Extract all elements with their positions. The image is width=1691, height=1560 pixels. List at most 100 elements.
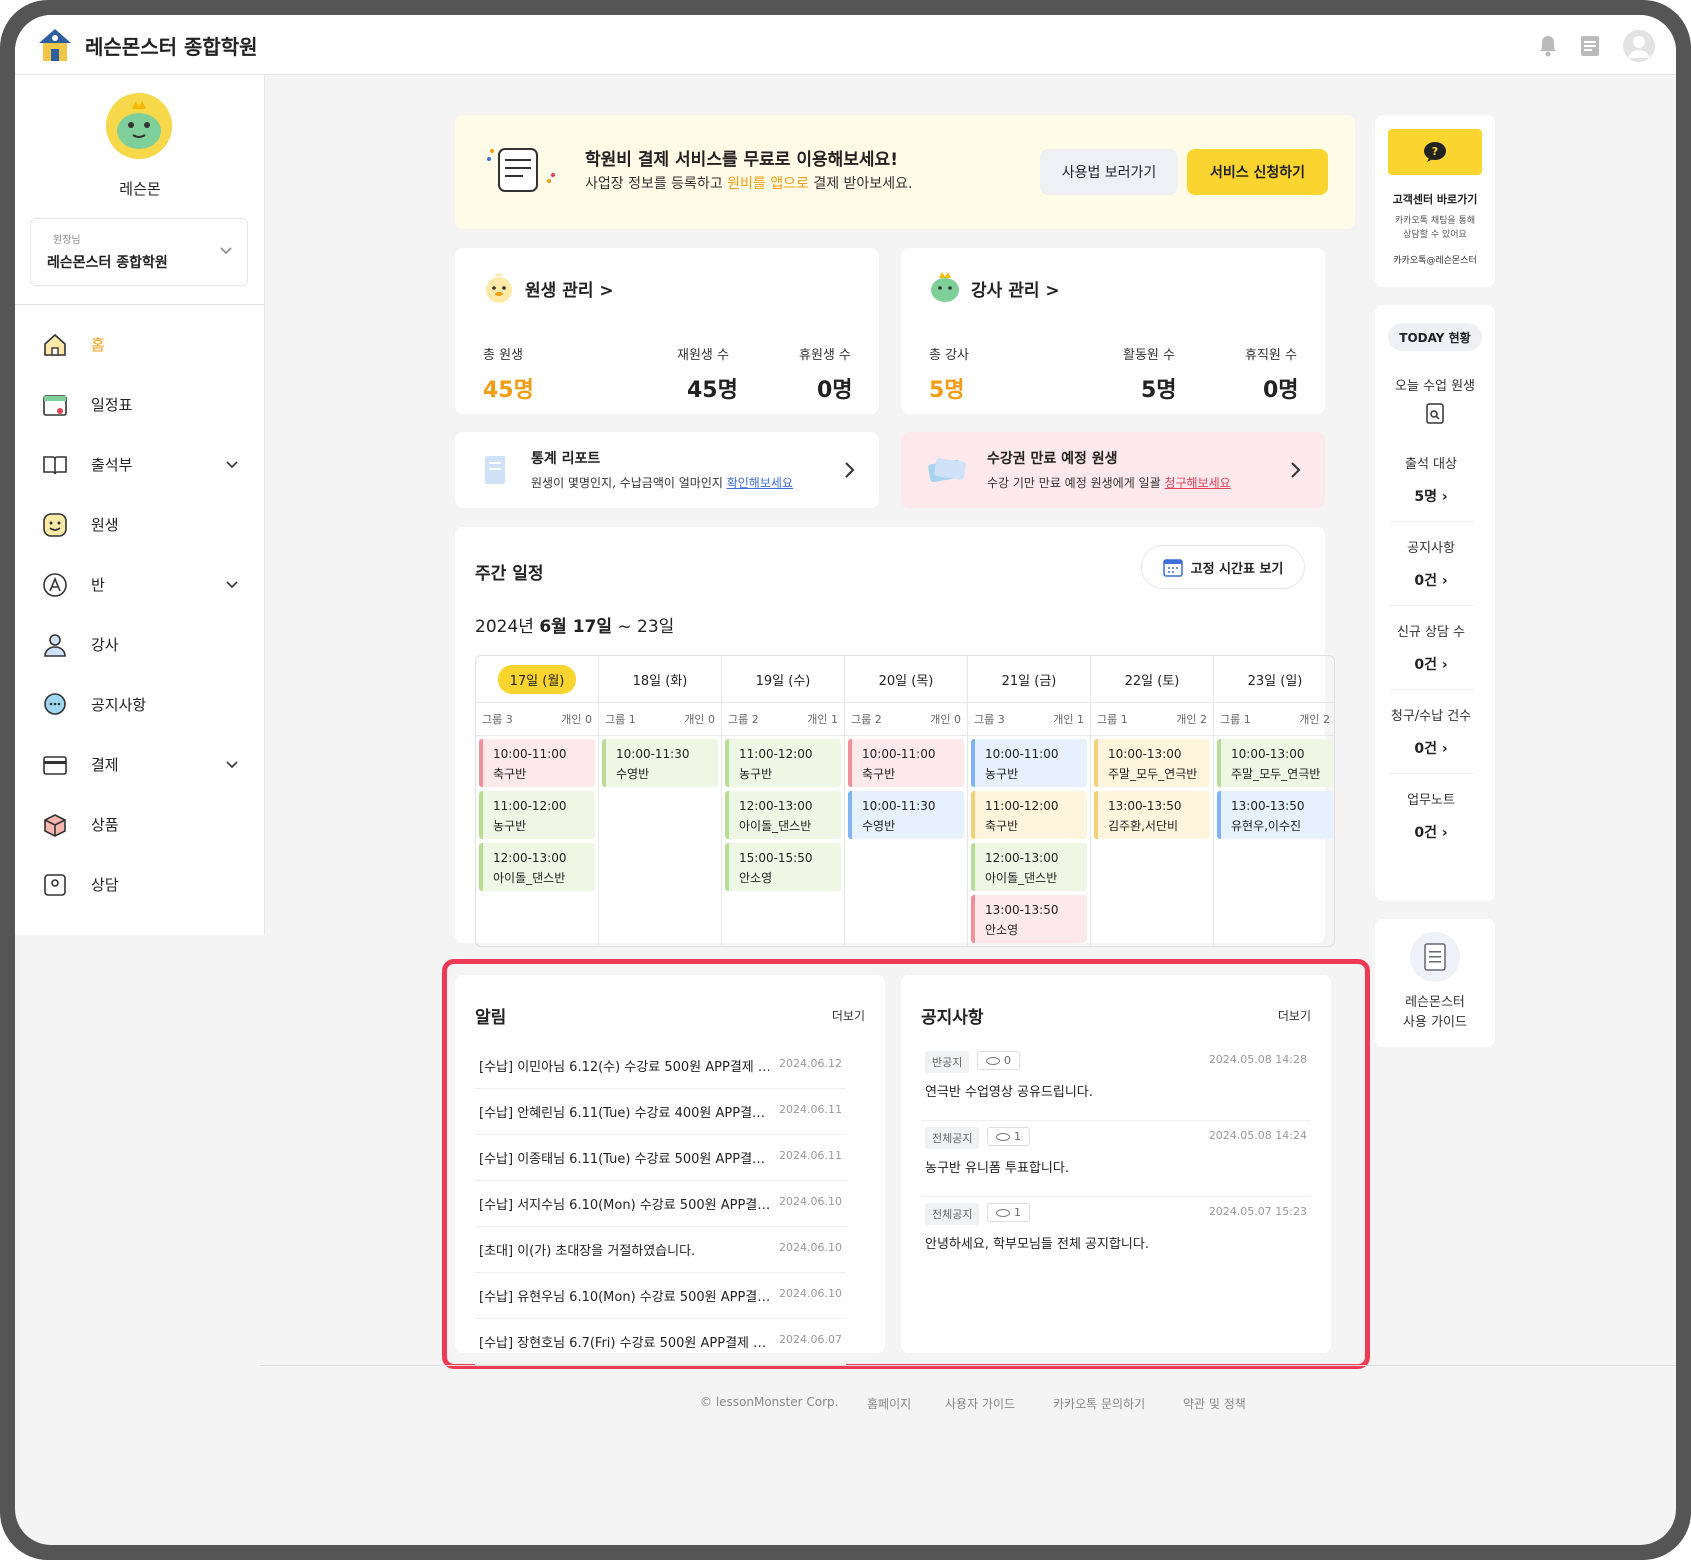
notice-row[interactable]: 반공지 0 2024.05.08 14:28 연극반 수업영상 공유드립니다. <box>921 1051 1311 1121</box>
sidebar-item-class[interactable]: 반 <box>15 560 264 608</box>
event-time: 11:00-12:00 <box>493 799 567 813</box>
group-count: 그룹 3 <box>974 713 1005 726</box>
fixed-timetable-label: 고정 시간표 보기 <box>1190 561 1284 577</box>
box-icon <box>44 814 66 837</box>
sidebar-item-label: 홈 <box>91 336 105 354</box>
academy-selector[interactable]: 원장님 레슨몬스터 종합학원 <box>30 218 248 286</box>
schedule-event[interactable]: 12:00-13:00 아이돌_댄스반 <box>479 843 595 891</box>
notice-row[interactable]: 전체공지 1 2024.05.07 15:23 안녕하세요, 학부모님들 전체 공지합… <box>921 1203 1311 1273</box>
support-card[interactable]: ? 고객센터 바로가기 카카오톡 채팅을 통해 상담할 수 있어요 카카오톡@레… <box>1375 115 1495 287</box>
footer-link-terms[interactable]: 약관 및 정책 <box>1183 1395 1246 1412</box>
teacher-management-card: 강사 관리 > 총 강사 5명 활동원 수 5명 휴직원 수 0명 <box>901 248 1325 414</box>
expiry-link[interactable]: 청구해보세요 <box>1164 476 1230 490</box>
schedule-event[interactable]: 10:00-11:00 축구반 <box>848 739 964 787</box>
alerts-more-link[interactable]: 더보기 <box>832 1007 865 1024</box>
schedule-event[interactable]: 10:00-11:30 수영반 <box>848 791 964 839</box>
sidebar-item-label: 출석부 <box>91 456 133 474</box>
event-name: 아이돌_댄스반 <box>493 871 566 885</box>
schedule-event[interactable]: 10:00-11:00 축구반 <box>479 739 595 787</box>
alert-row[interactable]: [수납] 유현우님 6.10(Mon) 수강료 500원 APP결… 2024.0… <box>475 1273 846 1319</box>
event-name: 농구반 <box>739 767 773 781</box>
student-management-link[interactable]: 원생 관리 > <box>525 276 614 301</box>
alert-row[interactable]: [수납] 이민아님 6.12(수) 수강료 500원 APP결제 … 2024.0… <box>475 1043 846 1089</box>
divider <box>1389 605 1473 606</box>
sidebar: 레슨몬 원장님 레슨몬스터 종합학원 홈 일정표 출석부 원생 반 강사 공지사… <box>15 75 265 935</box>
schedule-event[interactable]: 13:00-13:50 유현우,이수진 <box>1217 791 1333 839</box>
schedule-event[interactable]: 10:00-11:30 수영반 <box>602 739 718 787</box>
footer-link-kakao[interactable]: 카카오톡 문의하기 <box>1053 1395 1145 1412</box>
footer-link-homepage[interactable]: 홈페이지 <box>867 1395 911 1412</box>
schedule-event[interactable]: 11:00-12:00 축구반 <box>971 791 1087 839</box>
divider <box>1389 689 1473 690</box>
stats-report-card[interactable]: 통계 리포트 원생이 몇명인지, 수납금액이 얼마인지 확인해보세요 <box>455 432 879 508</box>
clipboard-search-icon[interactable] <box>1425 401 1445 425</box>
schedule-event[interactable]: 12:00-13:00 아이돌_댄스반 <box>971 843 1087 891</box>
today-item-label: 신규 상담 수 <box>1396 625 1466 640</box>
apply-service-button[interactable]: 서비스 신청하기 <box>1187 149 1328 195</box>
today-item[interactable]: 출석 대상 5명 › <box>1389 453 1473 522</box>
banner-desc-text: 사업장 정보를 등록하고 <box>585 176 728 192</box>
today-item[interactable]: 청구/수납 건수 0건 › <box>1389 705 1473 774</box>
sidebar-item-home[interactable]: 홈 <box>15 320 264 368</box>
sidebar-item-notices[interactable]: 공지사항 <box>15 680 264 728</box>
schedule-event[interactable]: 10:00-13:00 주말_모두_연극반 <box>1217 739 1333 787</box>
today-item[interactable]: 공지사항 0건 › <box>1389 537 1473 606</box>
schedule-event[interactable]: 11:00-12:00 농구반 <box>725 739 841 787</box>
schedule-event[interactable]: 15:00-15:50 안소영 <box>725 843 841 891</box>
duck-icon <box>486 273 512 303</box>
report-link[interactable]: 확인해보세요 <box>727 476 793 490</box>
alert-row[interactable]: [수납] 서지수님 6.10(Mon) 수강료 500원 APP결… 2024.0… <box>475 1181 846 1227</box>
footer-link-user-guide[interactable]: 사용자 가이드 <box>945 1395 1015 1412</box>
schedule-event[interactable]: 10:00-11:00 농구반 <box>971 739 1087 787</box>
alert-text: [수납] 이종태님 6.11(Tue) 수강료 500원 APP결… <box>479 1152 766 1167</box>
today-item-value: 0건 › <box>1414 825 1448 841</box>
user-guide-card[interactable]: 레슨몬스터 사용 가이드 <box>1375 919 1495 1047</box>
personal-count: 개인 0 <box>930 713 961 726</box>
today-item[interactable]: 업무노트 0건 › <box>1389 789 1473 842</box>
bell-icon[interactable] <box>1538 35 1558 57</box>
sidebar-item-teacher[interactable]: 강사 <box>15 620 264 668</box>
schedule-event[interactable]: 13:00-13:50 김주환,서단비 <box>1094 791 1210 839</box>
sidebar-item-attendance[interactable]: 출석부 <box>15 440 264 488</box>
document-icon[interactable] <box>1580 35 1600 57</box>
person-icon <box>44 634 66 657</box>
today-item-value: 0건 › <box>1414 741 1448 757</box>
alert-row[interactable]: [초대] 이(가) 초대장을 거절하였습니다. 2024.06.10 <box>475 1227 846 1273</box>
notices-more-link[interactable]: 더보기 <box>1278 1007 1311 1024</box>
alert-date: 2024.06.10 <box>779 1287 842 1300</box>
sidebar-item-payment[interactable]: 결제 <box>15 740 264 788</box>
user-avatar-icon[interactable] <box>1622 29 1656 63</box>
alert-text: [수납] 이민아님 6.12(수) 수강료 500원 APP결제 … <box>479 1060 769 1075</box>
teacher-management-link[interactable]: 강사 관리 > <box>971 276 1060 301</box>
alert-row[interactable]: [수납] 이종태님 6.11(Tue) 수강료 500원 APP결… 2024.0… <box>475 1135 846 1181</box>
fixed-timetable-button[interactable]: 고정 시간표 보기 <box>1141 545 1305 589</box>
divider <box>1389 521 1473 522</box>
event-name: 수영반 <box>616 767 650 781</box>
sidebar-item-students[interactable]: 원생 <box>15 500 264 548</box>
alert-row[interactable]: [수납] 안혜린님 6.11(Tue) 수강료 400원 APP결… 2024.0… <box>475 1089 846 1135</box>
expiry-students-card[interactable]: 수강권 만료 예정 원생 수강 기만 만료 예정 원생에게 일괄 청구해보세요 <box>901 432 1325 508</box>
alert-row[interactable]: [수납] 장현호님 6.7(Fri) 수강료 500원 APP결제 … 2024.… <box>475 1319 846 1365</box>
today-item[interactable]: 신규 상담 수 0건 › <box>1389 621 1473 690</box>
sidebar-item-schedule[interactable]: 일정표 <box>15 380 264 428</box>
weekly-calendar-grid: 17일 (월) 그룹 3 개인 0 10:00-11:00 축구반 11:00-12:00… <box>475 655 1335 947</box>
schedule-event[interactable]: 13:00-13:50 안소영 <box>971 895 1087 943</box>
kakao-button[interactable]: ? <box>1388 129 1482 175</box>
schedule-event[interactable]: 12:00-13:00 아이돌_댄스반 <box>725 791 841 839</box>
schedule-event[interactable]: 11:00-12:00 농구반 <box>479 791 595 839</box>
academy-name: 레슨몬스터 종합학원 <box>47 255 168 271</box>
day-column: 10:00-13:00 주말_모두_연극반 13:00-13:50 유현우,이수진 <box>1214 736 1334 946</box>
eye-icon <box>986 1057 1000 1065</box>
top-bar: 레슨몬스터 종합학원 <box>15 15 1676 75</box>
alert-text: [수납] 유현우님 6.10(Mon) 수강료 500원 APP결… <box>479 1290 769 1305</box>
today-item-value: 5명 › <box>1414 489 1448 505</box>
sidebar-item-products[interactable]: 상품 <box>15 800 264 848</box>
notice-row[interactable]: 전체공지 1 2024.05.08 14:24 농구반 유니폼 투표합니다. <box>921 1127 1311 1197</box>
schedule-event[interactable]: 10:00-13:00 주말_모두_연극반 <box>1094 739 1210 787</box>
day-summary: 그룹 2 개인 0 <box>845 702 968 736</box>
day-label: 20일 (목) <box>878 673 934 689</box>
usage-guide-button[interactable]: 사용법 보러가기 <box>1040 149 1178 195</box>
calendar-icon <box>1162 559 1183 577</box>
sidebar-item-consult[interactable]: 상담 <box>15 860 264 908</box>
event-time: 10:00-11:30 <box>616 747 690 761</box>
